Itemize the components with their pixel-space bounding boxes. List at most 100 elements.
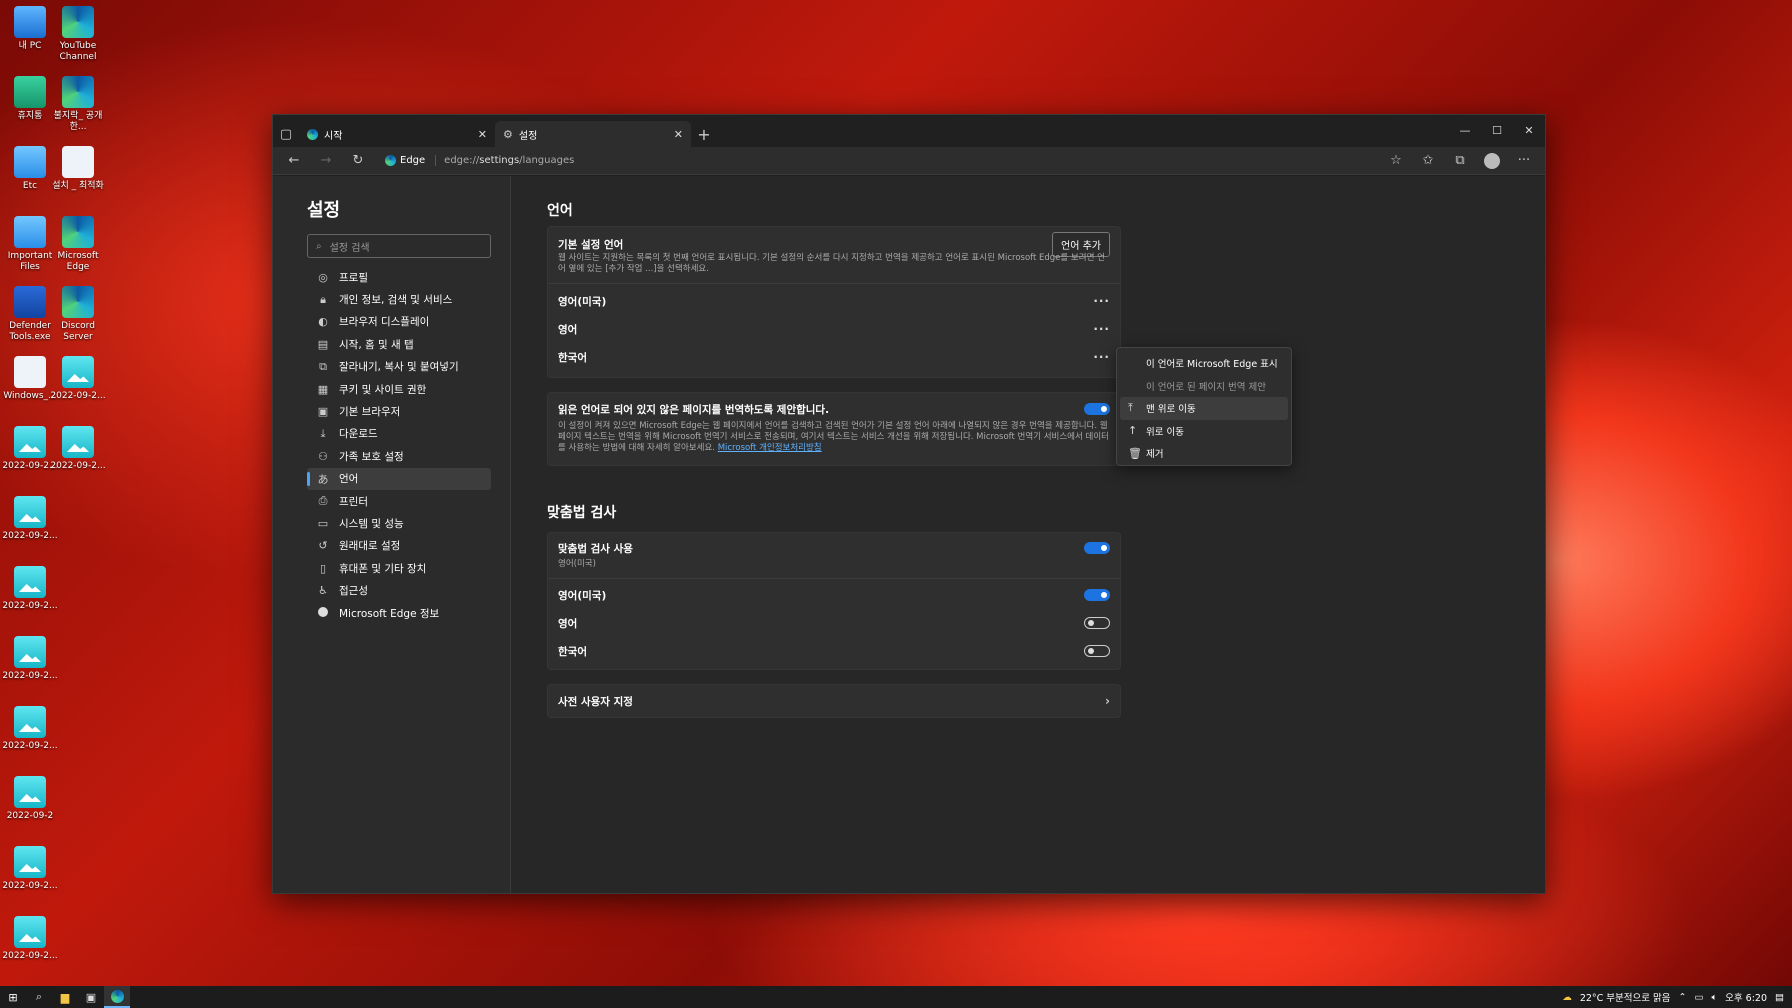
spellcheck-enable-row: 맞춤법 검사 사용 xyxy=(548,533,1120,557)
sidebar-item-printers[interactable]: ⎙ 프린터 xyxy=(307,490,491,512)
custom-dictionary-row[interactable]: 사전 사용자 지정 › xyxy=(548,685,1120,717)
favorites-icon[interactable]: ✩ xyxy=(1415,149,1441,173)
sidebar-item-accessibility[interactable]: ♿︎ 접근성 xyxy=(307,579,491,601)
sidebar-item-privacy[interactable]: 🔒︎ 개인 정보, 검색 및 서비스 xyxy=(307,288,491,310)
sidebar-item-start-home[interactable]: ▤ 시작, 홈 및 새 탭 xyxy=(307,333,491,355)
sidebar-item-system[interactable]: ▭ 시스템 및 성능 xyxy=(307,512,491,534)
desktop-icon-edge[interactable]: Microsoft Edge xyxy=(48,216,108,273)
desktop-icon-discord[interactable]: Discord Server xyxy=(48,286,108,343)
sidebar-item-languages[interactable]: あ 언어 xyxy=(307,467,491,490)
tab-label: 설정 xyxy=(518,130,538,142)
lock-icon: 🔒︎ xyxy=(320,292,326,306)
volume-icon[interactable]: 🔈︎ xyxy=(1711,992,1717,1003)
start-icon[interactable]: ⊞ xyxy=(0,986,26,1008)
site-identity[interactable]: Edge xyxy=(385,155,437,166)
sidebar-item-appearance[interactable]: ◐ 브라우저 디스플레이 xyxy=(307,311,491,333)
spellcheck-lang-toggle[interactable] xyxy=(1084,645,1110,657)
folder-icon xyxy=(14,146,46,178)
add-favorite-icon[interactable]: ☆ xyxy=(1383,149,1409,173)
desktop-icon-image[interactable]: 2022-09-2 xyxy=(0,776,60,822)
tab-settings[interactable]: ⚙ 설정 ✕ xyxy=(495,121,691,147)
more-actions-icon[interactable]: ··· xyxy=(1093,294,1110,308)
menu-item-move-to-top[interactable]: ⤒ 맨 위로 이동 xyxy=(1120,397,1288,420)
refresh-icon[interactable]: ↻ xyxy=(345,149,371,173)
desktop-icon-image[interactable]: 2022-09-2... xyxy=(0,846,60,892)
menu-item-offer-translate[interactable]: 이 언어로 된 페이지 번역 제안 xyxy=(1120,375,1288,398)
image-icon xyxy=(14,846,46,878)
settings-search-input[interactable]: ⌕ 설정 검색 xyxy=(307,234,491,258)
close-icon[interactable]: ✕ xyxy=(1513,115,1545,145)
sidebar-item-phone[interactable]: ▯ 휴대폰 및 기타 장치 xyxy=(307,557,491,579)
edge-icon xyxy=(62,286,94,318)
spellcheck-lang-toggle[interactable] xyxy=(1084,589,1110,601)
store-icon[interactable]: ▣ xyxy=(78,986,104,1008)
more-actions-icon[interactable]: ··· xyxy=(1093,350,1110,364)
image-icon xyxy=(14,706,46,738)
menu-item-move-up[interactable]: ↑ 위로 이동 xyxy=(1120,420,1288,443)
desktop-icon-image[interactable]: 2022-09-2... xyxy=(0,706,60,752)
menu-item-remove[interactable]: 🗑︎ 제거 xyxy=(1120,442,1288,465)
close-tab-icon[interactable]: ✕ xyxy=(674,128,683,141)
language-row: 한국어 ··· xyxy=(558,350,1110,364)
forward-icon[interactable]: → xyxy=(313,149,339,173)
spellcheck-toggle[interactable] xyxy=(1084,542,1110,554)
desktop-icon-install[interactable]: 설치 _ 최적화 xyxy=(48,146,108,192)
chevron-up-icon[interactable]: ⌃ xyxy=(1679,992,1687,1003)
desktop-icon-image[interactable]: 2022-09-2... xyxy=(48,356,108,402)
back-icon[interactable]: ← xyxy=(281,149,307,173)
new-tab-button[interactable]: + xyxy=(691,121,717,147)
collections-icon[interactable]: ⧉ xyxy=(1447,149,1473,173)
desktop-icon-shortcut[interactable]: 불지락_ 공개한... xyxy=(48,76,108,133)
custom-dictionary-card[interactable]: 사전 사용자 지정 › xyxy=(547,684,1121,718)
translate-desc: 이 설정이 켜져 있으면 Microsoft Edge는 웹 페이지에서 언어를… xyxy=(558,421,1109,453)
palette-icon: ◐ xyxy=(318,315,328,329)
edge-taskbar-icon[interactable] xyxy=(104,986,130,1008)
sidebar-item-reset[interactable]: ↺ 원래대로 설정 xyxy=(307,535,491,557)
sidebar-item-profile[interactable]: ◎ 프로필 xyxy=(307,266,491,288)
spellcheck-lang-toggle[interactable] xyxy=(1084,617,1110,629)
menu-item-display-edge[interactable]: 이 언어로 Microsoft Edge 표시 xyxy=(1120,352,1288,375)
profile-avatar[interactable] xyxy=(1479,149,1505,173)
tab-start[interactable]: 시작 ✕ xyxy=(299,121,495,147)
language-row: 영어 ··· xyxy=(558,322,1110,336)
desktop-icon-image[interactable]: 2022-09-2... xyxy=(0,636,60,682)
edge-icon xyxy=(62,76,94,108)
printer-icon: ⎙ xyxy=(318,494,328,508)
url-text: edge://settings/languages xyxy=(444,155,575,166)
address-bar[interactable]: Edge edge://settings/languages xyxy=(377,149,1377,173)
sidebar-item-default-browser[interactable]: ▣ 기본 브라우저 xyxy=(307,400,491,422)
image-icon xyxy=(14,496,46,528)
desktop-icon-image[interactable]: 2022-09-2... xyxy=(48,426,108,472)
weather-icon[interactable]: ☁ xyxy=(1562,992,1572,1003)
minimize-icon[interactable]: — xyxy=(1449,115,1481,145)
desktop-icon-youtube[interactable]: YouTube Channel xyxy=(48,6,108,63)
clock[interactable]: 오후 6:20 xyxy=(1725,990,1767,1004)
maximize-icon[interactable]: ☐ xyxy=(1481,115,1513,145)
system-tray: ☁ 22°C 부분적으로 맑음 ⌃ ▭ 🔈︎ 오후 6:20 ▤ xyxy=(1562,986,1792,1008)
search-icon[interactable]: ⌕ xyxy=(26,986,52,1008)
sidebar-item-about[interactable]: Microsoft Edge 정보 xyxy=(307,602,491,624)
privacy-link[interactable]: Microsoft 개인정보처리방침 xyxy=(718,443,822,453)
edge-window: ▢ 시작 ✕ ⚙ 설정 ✕ + — ☐ ✕ ← → ↻ Edge edge://… xyxy=(272,114,1546,894)
weather-text[interactable]: 22°C 부분적으로 맑음 xyxy=(1580,990,1671,1004)
sidebar-item-share-copy-paste[interactable]: ⧉ 잘라내기, 복사 및 붙여넣기 xyxy=(307,356,491,378)
desktop-icon-image[interactable]: 2022-09-2... xyxy=(0,916,60,962)
close-tab-icon[interactable]: ✕ xyxy=(478,128,487,141)
network-icon[interactable]: ▭ xyxy=(1694,992,1703,1003)
image-icon xyxy=(14,916,46,948)
file-explorer-icon[interactable]: ▆ xyxy=(52,986,78,1008)
profile-icon: ◎ xyxy=(318,270,328,284)
tab-actions-icon[interactable]: ▢ xyxy=(273,121,299,147)
sidebar-item-cookies[interactable]: ▦ 쿠키 및 사이트 권한 xyxy=(307,378,491,400)
translate-toggle[interactable] xyxy=(1084,403,1110,415)
image-icon xyxy=(14,776,46,808)
sidebar-item-family[interactable]: ⚇ 가족 보호 설정 xyxy=(307,445,491,467)
desktop-icon-image[interactable]: 2022-09-2... xyxy=(0,566,60,612)
more-actions-icon[interactable]: ··· xyxy=(1093,322,1110,336)
notification-icon[interactable]: ▤ xyxy=(1775,992,1784,1003)
sidebar-item-downloads[interactable]: ⤓ 다운로드 xyxy=(307,423,491,445)
more-options-icon[interactable]: ··· xyxy=(1511,149,1537,173)
languages-heading: 언어 xyxy=(547,203,573,219)
desktop-icon-image[interactable]: 2022-09-2... xyxy=(0,496,60,542)
system-icon: ▭ xyxy=(317,516,329,530)
